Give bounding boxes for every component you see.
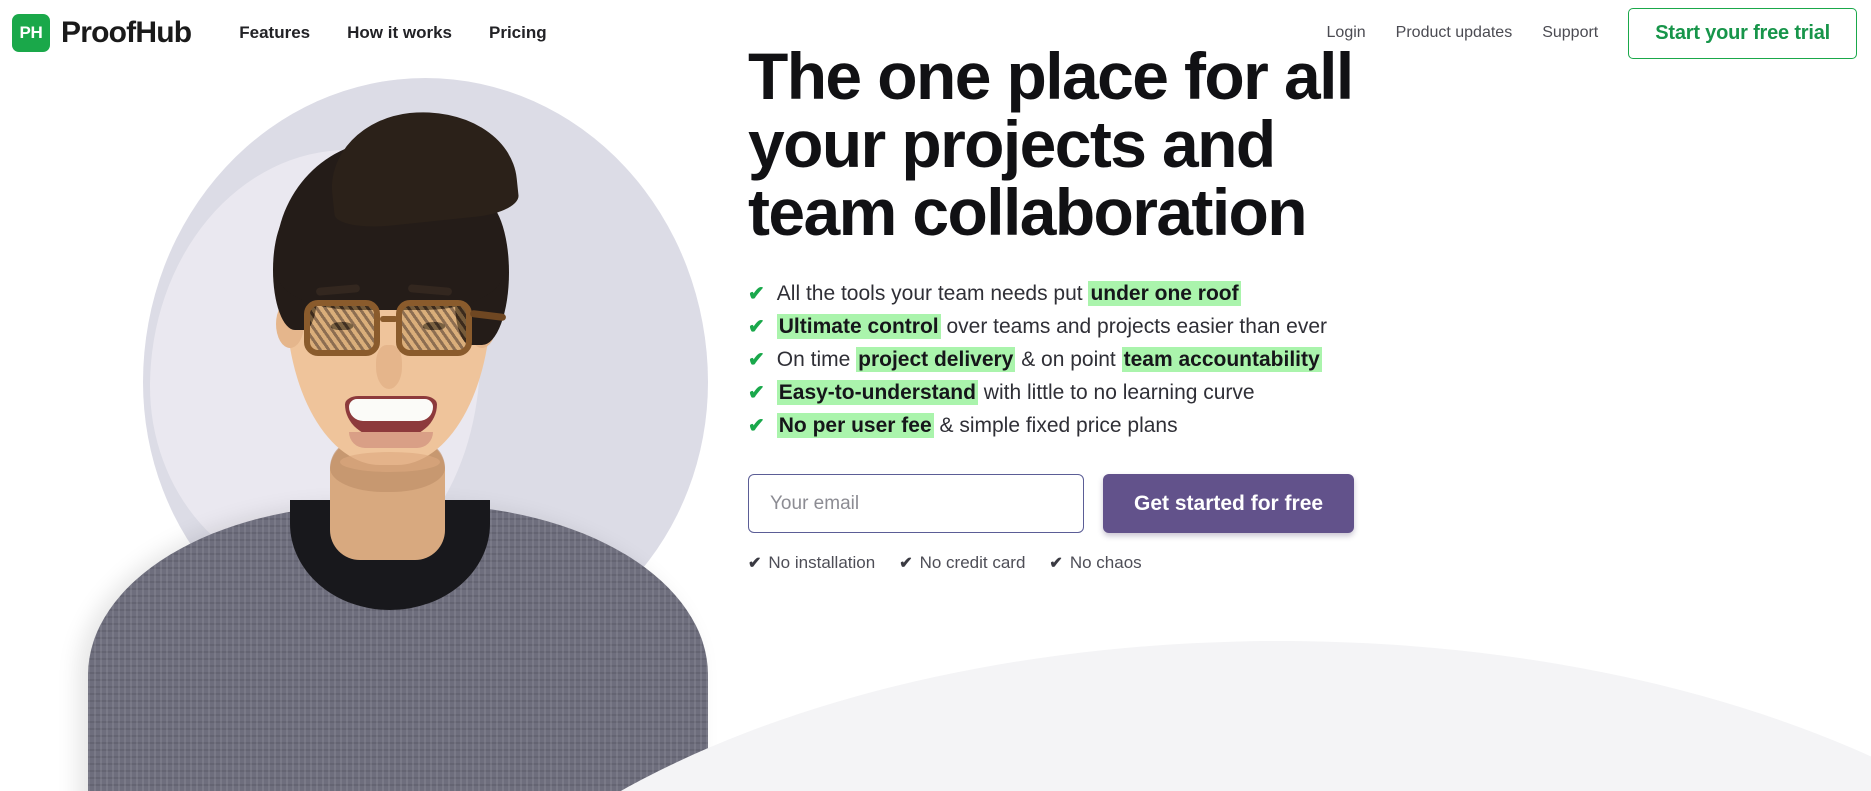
benefit-highlight: No per user fee	[776, 413, 934, 438]
benefit-text: Easy-to-understand with little to no lea…	[776, 380, 1255, 405]
benefit-plain: with little to no learning curve	[977, 381, 1255, 404]
check-icon: ✔	[748, 349, 765, 371]
proofhub-logo-icon: PH	[12, 14, 50, 52]
main-navigation: Features How it works Pricing	[239, 23, 546, 43]
benefit-plain: All the tools your team needs put	[776, 282, 1089, 305]
trust-badge: ✔ No credit card	[899, 553, 1025, 573]
benefit-item: ✔ All the tools your team needs put under…	[748, 281, 1748, 306]
brand-name: ProofHub	[61, 16, 192, 49]
product-updates-link[interactable]: Product updates	[1396, 24, 1513, 42]
benefit-item: ✔ Ultimate control over teams and project…	[748, 314, 1748, 339]
benefits-list: ✔ All the tools your team needs put under…	[748, 281, 1748, 438]
check-icon: ✔	[748, 415, 765, 437]
site-header: PH ProofHub Features How it works Pricin…	[0, 0, 1871, 66]
benefit-item: ✔ Easy-to-understand with little to no le…	[748, 380, 1748, 405]
benefit-plain: On time	[776, 348, 857, 371]
hero-content: The one place for all your projects and …	[748, 42, 1748, 573]
teeth	[349, 399, 433, 421]
check-icon: ✔	[748, 555, 762, 572]
page-title: The one place for all your projects and …	[748, 39, 1354, 249]
trust-badge-label: No credit card	[919, 553, 1026, 572]
email-input[interactable]	[748, 474, 1084, 533]
trust-badge-label: No chaos	[1069, 553, 1142, 572]
benefit-item: ✔ On time project delivery & on point tea…	[748, 347, 1748, 372]
check-icon: ✔	[748, 382, 765, 404]
glasses-bridge	[380, 316, 398, 322]
benefit-text: All the tools your team needs put under …	[776, 281, 1241, 306]
glasses-lens-left	[304, 300, 380, 356]
benefit-highlight: project delivery	[856, 347, 1016, 372]
header-utility-area: Login Product updates Support Start your…	[1327, 7, 1857, 59]
benefit-text: No per user fee & simple fixed price pla…	[776, 413, 1178, 438]
trust-badge: ✔ No installation	[748, 553, 875, 573]
nav-item-pricing[interactable]: Pricing	[489, 23, 547, 43]
trust-badge-label: No installation	[768, 553, 876, 572]
login-link[interactable]: Login	[1327, 24, 1366, 42]
signup-form: Get started for free	[748, 474, 1748, 533]
benefit-plain: & on point	[1015, 348, 1122, 371]
nav-item-features[interactable]: Features	[239, 23, 310, 43]
get-started-button[interactable]: Get started for free	[1103, 474, 1355, 533]
benefit-highlight: Easy-to-understand	[776, 380, 978, 405]
benefit-highlight: under one roof	[1088, 281, 1241, 306]
check-icon: ✔	[748, 316, 765, 338]
start-free-trial-button[interactable]: Start your free trial	[1628, 7, 1857, 59]
support-link[interactable]: Support	[1542, 24, 1598, 42]
lower-lip	[349, 432, 433, 448]
benefit-highlight: Ultimate control	[776, 314, 941, 339]
benefit-plain: over teams and projects easier than ever	[940, 315, 1327, 338]
glasses-lens-right	[396, 300, 472, 356]
nose	[376, 345, 402, 389]
hero-image	[0, 0, 745, 791]
brand-logo[interactable]: PH ProofHub	[12, 14, 192, 52]
trust-badge: ✔ No chaos	[1049, 553, 1141, 573]
benefit-highlight: team accountability	[1121, 347, 1322, 372]
person-portrait	[0, 0, 745, 791]
benefit-text: Ultimate control over teams and projects…	[776, 314, 1327, 339]
check-icon: ✔	[748, 283, 765, 305]
benefit-plain: & simple fixed price plans	[933, 414, 1178, 437]
landing-page: PH ProofHub Features How it works Pricin…	[0, 0, 1871, 791]
hair-quiff	[324, 102, 521, 232]
chin-shadow	[340, 452, 440, 472]
nav-item-how-it-works[interactable]: How it works	[347, 23, 452, 43]
benefit-item: ✔ No per user fee & simple fixed price pl…	[748, 413, 1748, 438]
check-icon: ✔	[899, 555, 913, 572]
trust-badges: ✔ No installation ✔ No credit card ✔ No chaos	[748, 553, 1748, 573]
check-icon: ✔	[1049, 555, 1063, 572]
benefit-text: On time project delivery & on point team…	[776, 347, 1322, 372]
